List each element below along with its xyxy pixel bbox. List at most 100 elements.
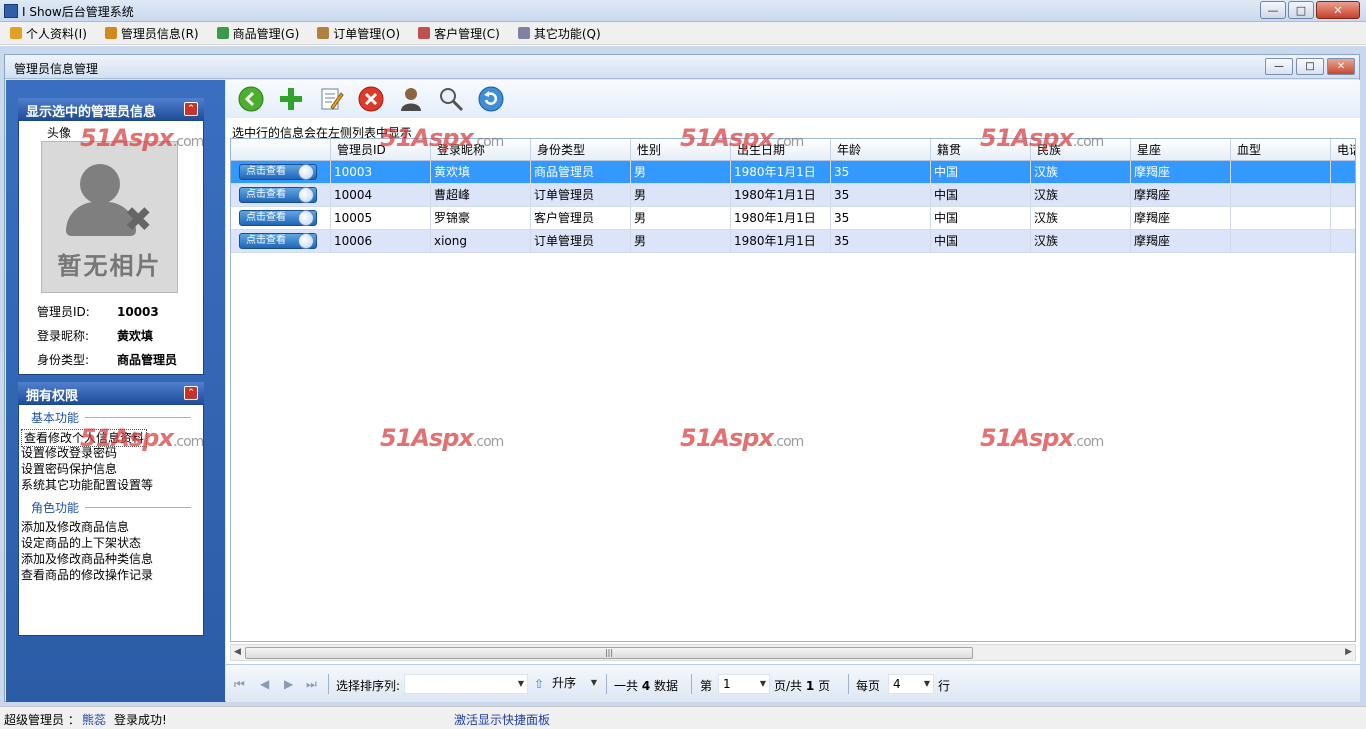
menu-personal[interactable]: 个人资料(I) [10, 25, 87, 42]
column-header[interactable]: 星座 [1131, 139, 1231, 160]
column-header[interactable]: 籍贯 [931, 139, 1031, 160]
maximize-button[interactable]: □ [1288, 1, 1314, 19]
user-icon[interactable] [396, 84, 426, 114]
cell[interactable]: 10006 [331, 230, 431, 252]
cell[interactable]: 男 [631, 230, 731, 252]
column-header[interactable]: 血型 [1231, 139, 1331, 160]
perm-item[interactable]: 添加及修改商品信息 [21, 519, 129, 535]
column-header[interactable]: 登录昵称 [431, 139, 531, 160]
view-button[interactable]: 点击查看 [239, 187, 317, 203]
perm-item[interactable]: 系统其它功能配置设置等 [21, 477, 153, 493]
cell[interactable]: 中国 [931, 184, 1031, 206]
cell[interactable]: 男 [631, 161, 731, 183]
cell[interactable] [1231, 184, 1331, 206]
cell[interactable]: 35 [831, 161, 931, 183]
cell[interactable]: 汉族 [1031, 161, 1131, 183]
add-icon[interactable] [276, 84, 306, 114]
order-select[interactable]: 升序 ▼ [548, 674, 600, 694]
selected-info-header[interactable]: 显示选中的管理员信息 ⌃ [18, 98, 204, 120]
view-button[interactable]: 点击查看 [239, 233, 317, 249]
perm-item[interactable]: 设定商品的上下架状态 [21, 535, 141, 551]
cell[interactable]: 10003 [331, 161, 431, 183]
cell[interactable]: 汉族 [1031, 230, 1131, 252]
cell[interactable]: 1980年1月1日 [731, 184, 831, 206]
cell[interactable] [1231, 161, 1331, 183]
collapse-icon[interactable]: ⌃ [184, 386, 198, 400]
cell[interactable]: 10004 [331, 184, 431, 206]
table-row[interactable]: 点击查看 10003 黄欢填 商品管理员 男 1980年1月1日 35 中国 汉… [231, 161, 1355, 184]
next-page-icon[interactable]: ▶ [284, 677, 293, 691]
per-page-select[interactable]: 4 ▼ [888, 674, 934, 694]
cell[interactable]: 10005 [331, 207, 431, 229]
menu-orders[interactable]: 订单管理(O) [317, 25, 400, 42]
cell[interactable]: 订单管理员 [531, 184, 631, 206]
cell[interactable] [1331, 184, 1355, 206]
column-header[interactable] [231, 139, 331, 160]
cell[interactable] [1331, 161, 1355, 183]
scroll-right-icon[interactable]: ▶ [1345, 647, 1352, 657]
cell[interactable]: 客户管理员 [531, 207, 631, 229]
cell[interactable]: 摩羯座 [1131, 161, 1231, 183]
refresh-icon[interactable] [476, 84, 506, 114]
collapse-icon[interactable]: ⌃ [184, 102, 198, 116]
column-header[interactable]: 民族 [1031, 139, 1131, 160]
column-header[interactable]: 出生日期 [731, 139, 831, 160]
scroll-thumb[interactable]: ||| [245, 647, 973, 659]
scroll-left-icon[interactable]: ◀ [234, 647, 241, 657]
permissions-header[interactable]: 拥有权限 ⌃ [18, 382, 204, 404]
delete-icon[interactable] [356, 84, 386, 114]
perm-item[interactable]: 添加及修改商品种类信息 [21, 551, 153, 567]
cell[interactable]: 男 [631, 207, 731, 229]
menu-customers[interactable]: 客户管理(C) [418, 25, 500, 42]
table-row[interactable]: 点击查看 10004 曹超峰 订单管理员 男 1980年1月1日 35 中国 汉… [231, 184, 1355, 207]
cell[interactable]: 35 [831, 184, 931, 206]
cell[interactable]: 黄欢填 [431, 161, 531, 183]
cell[interactable]: 中国 [931, 207, 1031, 229]
close-button[interactable]: ✕ [1316, 1, 1360, 19]
cell[interactable]: 曹超峰 [431, 184, 531, 206]
cell[interactable]: 汉族 [1031, 184, 1131, 206]
cell[interactable] [1231, 230, 1331, 252]
perm-item[interactable]: 设置修改登录密码 [21, 445, 117, 461]
child-restore-button[interactable]: □ [1296, 58, 1324, 75]
table-row[interactable]: 点击查看 10006 xiong 订单管理员 男 1980年1月1日 35 中国… [231, 230, 1355, 253]
cell[interactable]: 中国 [931, 230, 1031, 252]
cell[interactable]: 1980年1月1日 [731, 161, 831, 183]
menu-admin[interactable]: 管理员信息(R) [104, 25, 199, 42]
cell[interactable]: 1980年1月1日 [731, 207, 831, 229]
cell[interactable]: 1980年1月1日 [731, 230, 831, 252]
view-button[interactable]: 点击查看 [239, 164, 317, 180]
minimize-button[interactable]: — [1260, 1, 1286, 19]
cell[interactable] [1331, 230, 1355, 252]
prev-page-icon[interactable]: ◀ [260, 677, 269, 691]
cell[interactable]: 35 [831, 230, 931, 252]
menu-other[interactable]: 其它功能(Q) [517, 25, 601, 42]
page-select[interactable]: 1 ▼ [718, 674, 770, 694]
column-header[interactable]: 年龄 [831, 139, 931, 160]
cell[interactable]: 罗锦豪 [431, 207, 531, 229]
cell[interactable]: 汉族 [1031, 207, 1131, 229]
column-header[interactable]: 管理员ID [331, 139, 431, 160]
column-header[interactable]: 身份类型 [531, 139, 631, 160]
cell[interactable] [1331, 207, 1355, 229]
cell[interactable] [1231, 207, 1331, 229]
cell[interactable]: 摩羯座 [1131, 207, 1231, 229]
cell[interactable]: 中国 [931, 161, 1031, 183]
table-row[interactable]: 点击查看 10005 罗锦豪 客户管理员 男 1980年1月1日 35 中国 汉… [231, 207, 1355, 230]
cell[interactable]: 摩羯座 [1131, 184, 1231, 206]
column-header[interactable]: 性别 [631, 139, 731, 160]
cell[interactable]: 商品管理员 [531, 161, 631, 183]
last-page-icon[interactable]: ⏭ [306, 677, 317, 692]
cell[interactable]: 订单管理员 [531, 230, 631, 252]
menu-goods[interactable]: 商品管理(G) [216, 25, 299, 42]
perm-item[interactable]: 查看商品的修改操作记录 [21, 567, 153, 583]
child-close-button[interactable]: ✕ [1327, 58, 1355, 75]
first-page-icon[interactable]: ⏮ [234, 677, 245, 692]
search-icon[interactable] [436, 84, 466, 114]
edit-icon[interactable] [316, 84, 346, 114]
cell[interactable]: 35 [831, 207, 931, 229]
cell[interactable]: xiong [431, 230, 531, 252]
perm-item[interactable]: 设置密码保护信息 [21, 461, 117, 477]
column-header[interactable]: 电话 [1331, 139, 1355, 160]
shortcut-panel-link[interactable]: 激活显示快捷面板 [454, 711, 550, 728]
